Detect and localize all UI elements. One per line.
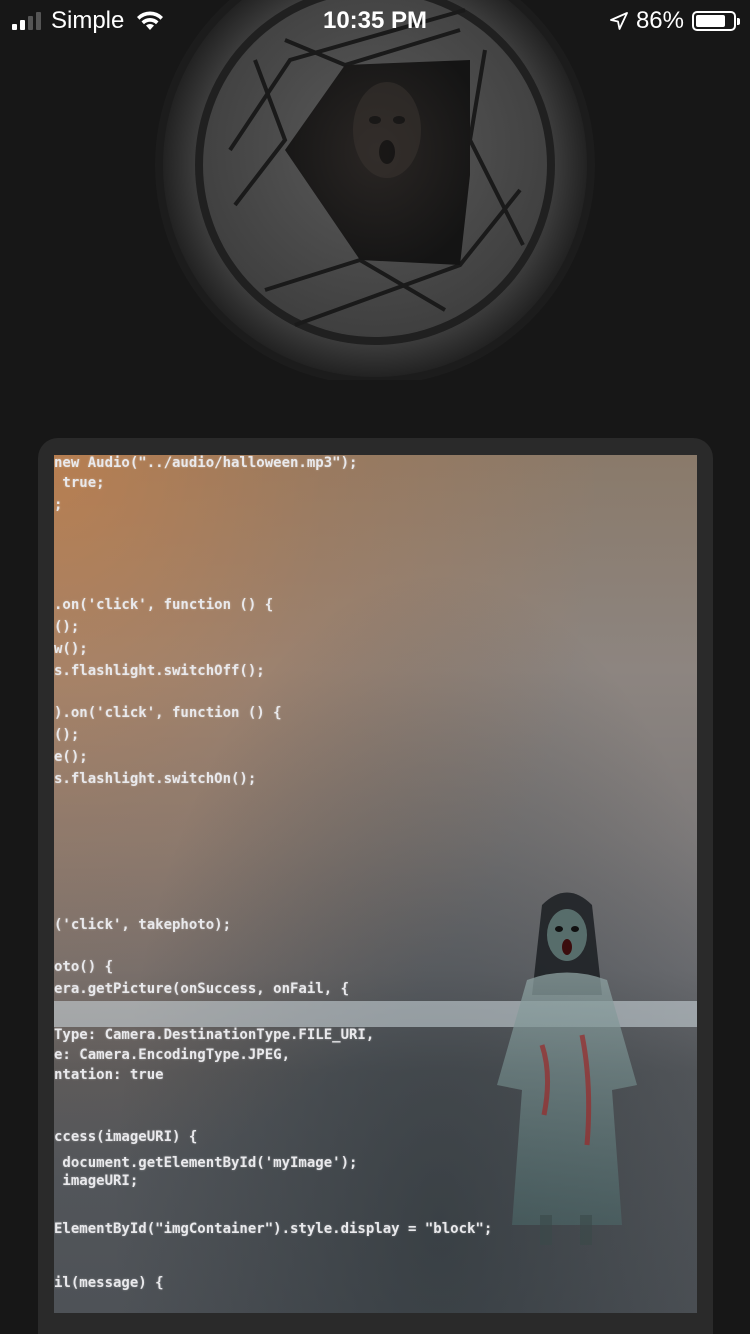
code-line: .on('click', function () { [54, 597, 274, 613]
code-line: (); [54, 619, 80, 635]
status-right: 86% [610, 7, 740, 35]
code-line: ('click', takephoto); [54, 917, 232, 933]
code-line: w(); [54, 641, 88, 657]
code-line: (); [54, 727, 80, 743]
code-line: s.flashlight.switchOff(); [54, 663, 265, 679]
captured-photo[interactable]: new Audio("../audio/halloween.mp3"); tru… [54, 455, 697, 1313]
code-screen-text: new Audio("../audio/halloween.mp3"); tru… [54, 455, 492, 1291]
code-line: e(); [54, 749, 88, 765]
ghost-face-icon [353, 82, 421, 178]
code-line: era.getPicture(onSuccess, onFail, { [54, 981, 350, 997]
location-arrow-icon [610, 12, 628, 30]
ghost-girl-icon [497, 892, 637, 1245]
capture-button[interactable] [155, 0, 595, 380]
status-bar: Simple 10:35 PM 86% [0, 0, 750, 40]
code-line: ).on('click', function () { [54, 705, 282, 721]
code-line: ntation: true [54, 1067, 164, 1083]
code-line: Type: Camera.DestinationType.FILE_URI, [54, 1027, 375, 1043]
code-line: new Audio("../audio/halloween.mp3"); [54, 455, 358, 471]
battery-percent: 86% [635, 7, 684, 34]
code-line: ; [54, 497, 63, 513]
code-line: true; [54, 475, 105, 491]
code-line: il(message) { [54, 1275, 164, 1291]
photo-preview-card: new Audio("../audio/halloween.mp3"); tru… [38, 438, 713, 1334]
code-line: e: Camera.EncodingType.JPEG, [54, 1047, 291, 1063]
code-line: ElementById("imgContainer").style.displa… [54, 1221, 493, 1237]
code-line: document.getElementById('myImage'); [54, 1155, 358, 1171]
code-line: imageURI; [54, 1173, 139, 1189]
code-line: oto() { [54, 959, 114, 975]
code-line: ccess(imageURI) { [54, 1129, 198, 1145]
code-line: s.flashlight.switchOn(); [54, 771, 257, 787]
battery-icon [692, 11, 740, 31]
